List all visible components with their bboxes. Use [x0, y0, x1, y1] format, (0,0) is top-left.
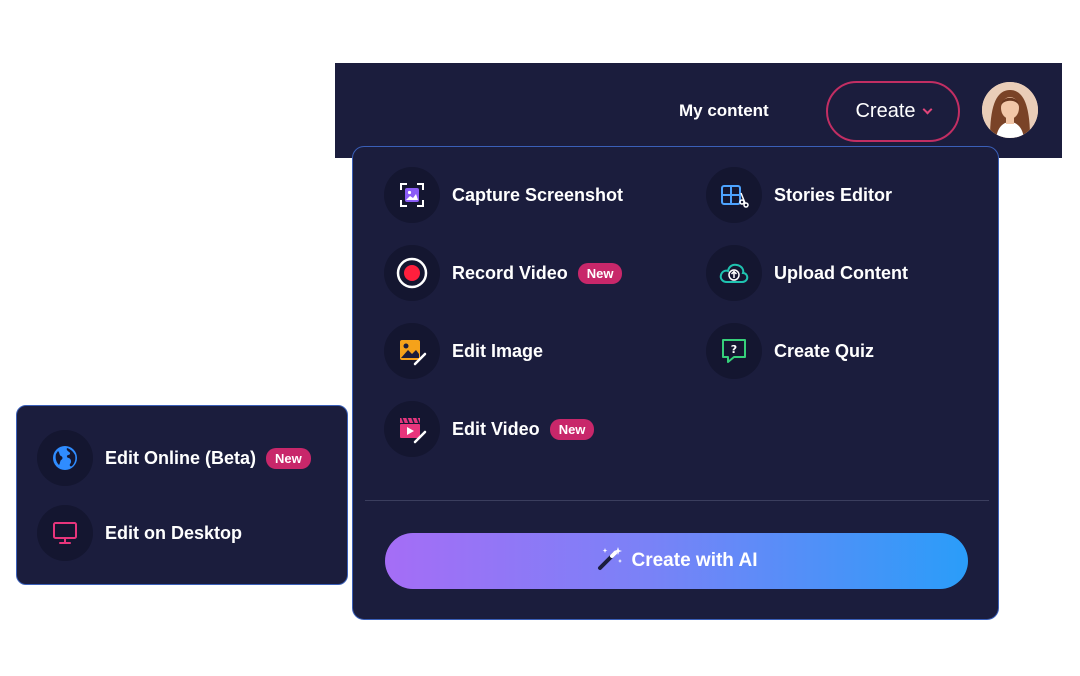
edit-submenu: Edit Online (Beta) New Edit on Desktop — [16, 405, 348, 585]
menu-item-label: Record Video — [452, 262, 568, 283]
new-badge: New — [577, 262, 623, 284]
create-dropdown-menu: Capture Screenshot Stories Editor Record… — [352, 146, 999, 620]
menu-item-stories-editor[interactable]: Stories Editor — [706, 167, 892, 223]
menu-item-capture-screenshot[interactable]: Capture Screenshot — [384, 167, 623, 223]
new-badge: New — [549, 418, 595, 440]
svg-text:?: ? — [731, 343, 737, 356]
edit-image-icon — [384, 323, 440, 379]
menu-divider — [365, 500, 989, 501]
stories-editor-icon — [706, 167, 762, 223]
monitor-icon — [37, 505, 93, 561]
top-navigation-bar: My content Create — [335, 63, 1062, 158]
quiz-icon: ? — [706, 323, 762, 379]
menu-item-label: Edit Image — [452, 340, 544, 361]
create-with-ai-button[interactable]: Create with AI — [385, 533, 968, 589]
chevron-down-icon — [922, 104, 932, 114]
menu-item-label: Edit Video — [452, 418, 540, 439]
create-with-ai-label: Create with AI — [631, 550, 758, 571]
menu-item-label: Create Quiz — [774, 340, 875, 361]
submenu-item-edit-desktop[interactable]: Edit on Desktop — [37, 505, 242, 561]
menu-item-upload-content[interactable]: Upload Content — [706, 245, 908, 301]
menu-item-create-quiz[interactable]: ? Create Quiz — [706, 323, 874, 379]
menu-item-record-video[interactable]: Record Video New — [384, 245, 623, 301]
magic-wand-icon — [596, 545, 624, 577]
edit-video-icon — [384, 401, 440, 457]
menu-item-label: Stories Editor — [774, 184, 893, 205]
screenshot-icon — [384, 167, 440, 223]
cloud-upload-icon — [706, 245, 762, 301]
menu-item-label: Upload Content — [774, 262, 908, 283]
new-badge: New — [266, 447, 311, 469]
globe-icon — [37, 430, 93, 486]
my-content-link[interactable]: My content — [679, 101, 769, 121]
submenu-item-edit-online[interactable]: Edit Online (Beta) New — [37, 430, 311, 486]
submenu-item-label: Edit on Desktop — [105, 522, 243, 543]
avatar[interactable] — [982, 82, 1038, 138]
create-button[interactable]: Create — [826, 81, 960, 142]
menu-item-label: Capture Screenshot — [452, 184, 624, 205]
menu-item-edit-video[interactable]: Edit Video New — [384, 401, 595, 457]
create-button-label: Create — [855, 100, 916, 122]
submenu-item-label: Edit Online (Beta) — [105, 447, 257, 468]
record-icon — [384, 245, 440, 301]
menu-item-edit-image[interactable]: Edit Image — [384, 323, 543, 379]
